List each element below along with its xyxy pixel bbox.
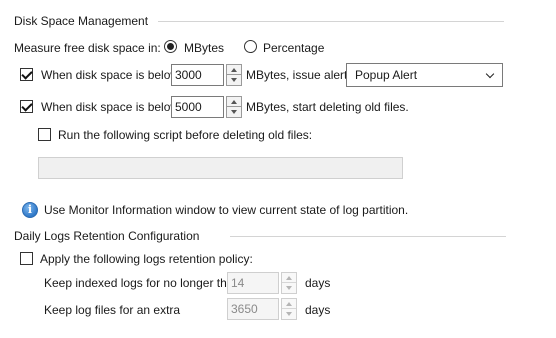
mbytes-radio-label[interactable]: MBytes xyxy=(184,41,224,55)
group-divider xyxy=(230,236,506,237)
indexed-logs-label: Keep indexed logs for no longer than xyxy=(44,276,241,290)
measure-label: Measure free disk space in: xyxy=(14,41,161,55)
indexed-logs-days-input[interactable]: 14 xyxy=(227,272,279,294)
spin-down-button[interactable] xyxy=(227,75,241,85)
spin-up-button[interactable] xyxy=(227,65,241,75)
percentage-radio[interactable] xyxy=(244,40,257,53)
spin-down-button[interactable] xyxy=(282,309,296,319)
script-path-input[interactable] xyxy=(38,157,403,179)
arrow-down-icon xyxy=(231,110,237,114)
script-checkbox[interactable] xyxy=(38,128,51,141)
delete-threshold-input[interactable]: 5000 xyxy=(171,96,224,118)
retention-checkbox-label[interactable]: Apply the following logs retention polic… xyxy=(40,252,253,266)
spin-down-button[interactable] xyxy=(227,107,241,117)
indexed-logs-unit: days xyxy=(305,276,331,290)
delete-checkbox-label[interactable]: When disk space is below xyxy=(41,100,179,114)
extra-logs-unit: days xyxy=(305,303,331,317)
disk-space-group-title: Disk Space Management xyxy=(14,14,149,28)
alert-type-value: Popup Alert xyxy=(355,68,418,82)
arrow-up-icon xyxy=(231,68,237,72)
spin-up-button[interactable] xyxy=(282,299,296,309)
mbytes-radio[interactable] xyxy=(164,40,177,53)
arrow-down-icon xyxy=(231,78,237,82)
alert-threshold-input[interactable]: 3000 xyxy=(171,64,224,86)
extra-logs-label: Keep log files for an extra xyxy=(44,303,181,317)
delete-threshold-spinner[interactable] xyxy=(226,96,242,118)
retention-group-title: Daily Logs Retention Configuration xyxy=(14,229,200,243)
delete-suffix: MBytes, start deleting old files. xyxy=(246,100,409,114)
alert-type-select[interactable]: Popup Alert xyxy=(346,63,503,87)
group-divider xyxy=(158,21,504,22)
extra-logs-spinner[interactable] xyxy=(281,298,297,320)
percentage-radio-label[interactable]: Percentage xyxy=(263,41,324,55)
extra-logs-days-input[interactable]: 3650 xyxy=(227,298,279,320)
spin-up-button[interactable] xyxy=(227,97,241,107)
indexed-logs-spinner[interactable] xyxy=(281,272,297,294)
alert-suffix: MBytes, issue alert: xyxy=(246,68,351,82)
arrow-up-icon xyxy=(286,302,292,306)
delete-checkbox[interactable] xyxy=(20,100,33,113)
alert-checkbox-label[interactable]: When disk space is below xyxy=(41,68,179,82)
spin-down-button[interactable] xyxy=(282,283,296,293)
arrow-up-icon xyxy=(231,100,237,104)
chevron-down-icon xyxy=(485,69,495,79)
spin-up-button[interactable] xyxy=(282,273,296,283)
alert-threshold-spinner[interactable] xyxy=(226,64,242,86)
retention-checkbox[interactable] xyxy=(20,252,33,265)
arrow-down-icon xyxy=(286,286,292,290)
arrow-down-icon xyxy=(286,312,292,316)
info-icon: i xyxy=(22,202,38,218)
alert-checkbox[interactable] xyxy=(20,68,33,81)
script-checkbox-label[interactable]: Run the following script before deleting… xyxy=(58,128,312,142)
info-text: Use Monitor Information window to view c… xyxy=(44,203,409,217)
arrow-up-icon xyxy=(286,276,292,280)
